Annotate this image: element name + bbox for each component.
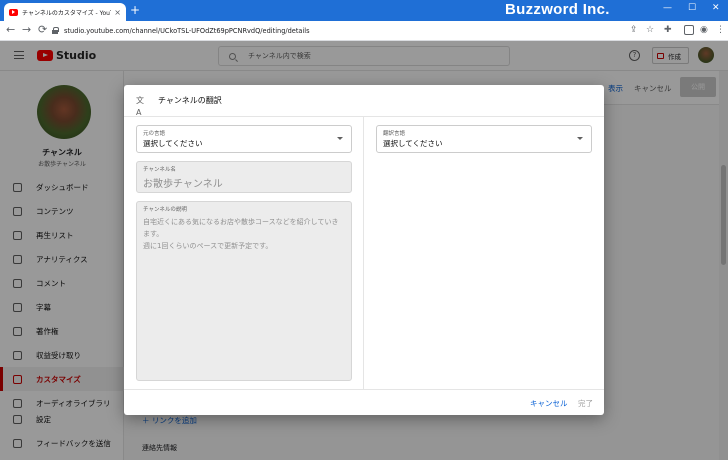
brand-watermark: Buzzword Inc.	[505, 1, 610, 18]
minimize-icon[interactable]: —	[663, 3, 672, 13]
chevron-down-icon	[337, 137, 343, 140]
url-text: studio.youtube.com/channel/UCkoTSL-UFOdZ…	[64, 26, 310, 35]
source-language-select[interactable]: 元の言語 選択してください	[136, 125, 352, 153]
channel-description-field: チャンネルの説明 自宅近くにある気になるお店や散歩コースなどを紹介していきます。…	[136, 201, 352, 381]
address-bar[interactable]: studio.youtube.com/channel/UCkoTSL-UFOdZ…	[52, 23, 624, 38]
tab-close-icon[interactable]: ×	[114, 8, 121, 17]
channel-description-value: 自宅近くにある気になるお店や散歩コースなどを紹介していきます。 週に1回くらいの…	[143, 218, 339, 250]
channel-name-value: お散歩チャンネル	[143, 179, 223, 190]
translate-icon: 文A	[136, 95, 144, 117]
source-language-value: 選択してください	[143, 139, 203, 148]
tab-title: チャンネルのカスタマイズ - YouTube Studio	[22, 9, 111, 17]
dialog-done-button[interactable]: 完了	[578, 398, 593, 409]
side-panel-icon[interactable]	[684, 25, 694, 35]
studio-page: Studio チャンネル内で検索 ? 作成 チャンネル お散歩チャンネル ダッシ…	[0, 41, 728, 460]
channel-name-label: チャンネル名	[143, 167, 176, 173]
browser-titlebar: チャンネルのカスタマイズ - YouTube Studio × + Buzzwo…	[0, 0, 728, 21]
extensions-icon[interactable]: ✚	[664, 25, 672, 35]
target-language-value: 選択してください	[383, 139, 443, 148]
browser-tab[interactable]: チャンネルのカスタマイズ - YouTube Studio ×	[4, 3, 126, 21]
new-tab-button[interactable]: +	[130, 4, 140, 16]
dialog-cancel-button[interactable]: キャンセル	[530, 398, 568, 409]
maximize-icon[interactable]: ☐	[688, 3, 696, 13]
dialog-footer: キャンセル 完了	[124, 389, 604, 415]
channel-translation-dialog: 文A チャンネルの翻訳 元の言語 選択してください チャンネル名 お散歩チャンネ…	[124, 85, 604, 415]
reload-icon[interactable]: ⟳	[38, 24, 47, 36]
target-language-select[interactable]: 翻訳言語 選択してください	[376, 125, 592, 153]
target-language-label: 翻訳言語	[383, 131, 406, 137]
close-window-icon[interactable]: ✕	[712, 3, 720, 13]
chevron-down-icon	[577, 137, 583, 140]
original-language-panel: 元の言語 選択してください チャンネル名 お散歩チャンネル チャンネルの説明 自…	[124, 117, 364, 389]
dialog-title: チャンネルの翻訳	[158, 96, 222, 105]
browser-menu-icon[interactable]: ⋮	[716, 25, 725, 35]
channel-description-label: チャンネルの説明	[143, 207, 187, 213]
browser-toolbar: ← → ⟳ studio.youtube.com/channel/UCkoTSL…	[0, 21, 728, 41]
youtube-favicon-icon	[9, 8, 18, 16]
star-icon[interactable]: ☆	[646, 25, 654, 35]
channel-name-field: チャンネル名 お散歩チャンネル	[136, 161, 352, 193]
share-icon[interactable]: ⇪	[630, 25, 638, 35]
forward-icon[interactable]: →	[22, 24, 31, 36]
source-language-label: 元の言語	[143, 131, 166, 137]
lock-icon	[52, 27, 59, 34]
profile-icon[interactable]: ◉	[700, 25, 708, 35]
dialog-header: 文A チャンネルの翻訳	[124, 85, 604, 117]
back-icon[interactable]: ←	[6, 24, 15, 36]
